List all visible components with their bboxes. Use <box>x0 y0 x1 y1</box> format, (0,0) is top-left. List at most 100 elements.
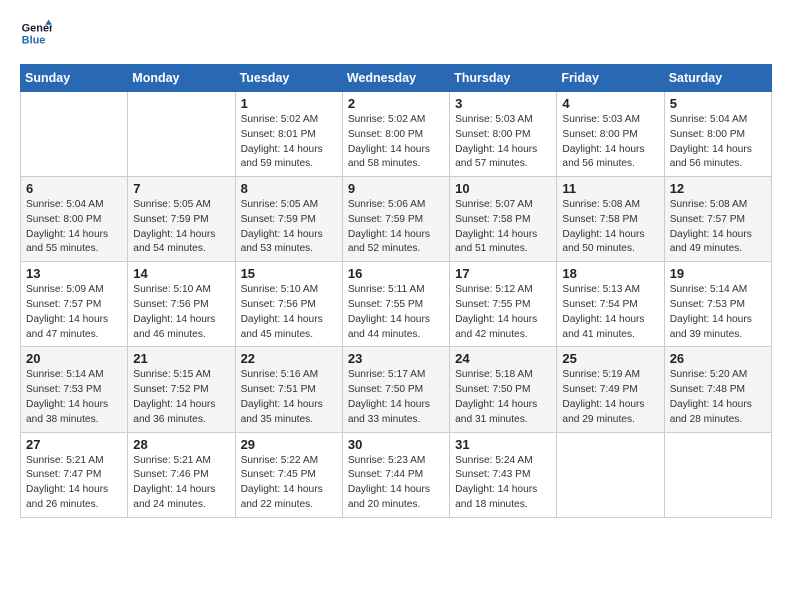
day-cell: 14Sunrise: 5:10 AMSunset: 7:56 PMDayligh… <box>128 262 235 347</box>
day-info: Sunrise: 5:11 AMSunset: 7:55 PMDaylight:… <box>348 283 444 342</box>
header: General Blue <box>20 18 772 50</box>
header-row: SundayMondayTuesdayWednesdayThursdayFrid… <box>21 65 772 92</box>
day-info: Sunrise: 5:05 AMSunset: 7:59 PMDaylight:… <box>241 198 337 257</box>
day-number: 17 <box>455 266 551 281</box>
header-cell-wednesday: Wednesday <box>342 65 449 92</box>
day-info: Sunrise: 5:09 AMSunset: 7:57 PMDaylight:… <box>26 283 122 342</box>
day-cell: 16 Sunrise: 5:11 AMSunset: 7:55 PMDayligh… <box>342 262 449 347</box>
header-cell-monday: Monday <box>128 65 235 92</box>
day-number: 18 <box>562 266 658 281</box>
day-cell: 6Sunrise: 5:04 AMSunset: 8:00 PMDaylight… <box>21 177 128 262</box>
day-number: 12 <box>670 181 766 196</box>
day-number: 1 <box>241 96 337 111</box>
day-cell: 10 Sunrise: 5:07 AMSunset: 7:58 PMDayligh… <box>450 177 557 262</box>
day-number: 7 <box>133 181 229 196</box>
day-number: 4 <box>562 96 658 111</box>
day-cell: 24Sunrise: 5:18 AMSunset: 7:50 PMDayligh… <box>450 347 557 432</box>
day-cell: 21Sunrise: 5:15 AMSunset: 7:52 PMDayligh… <box>128 347 235 432</box>
week-row-4: 20Sunrise: 5:14 AMSunset: 7:53 PMDayligh… <box>21 347 772 432</box>
day-cell: 20Sunrise: 5:14 AMSunset: 7:53 PMDayligh… <box>21 347 128 432</box>
day-info: Sunrise: 5:07 AMSunset: 7:58 PMDaylight:… <box>455 198 551 257</box>
day-number: 16 <box>348 266 444 281</box>
day-cell: 9 Sunrise: 5:06 AMSunset: 7:59 PMDaylight… <box>342 177 449 262</box>
logo-icon: General Blue <box>20 18 52 50</box>
day-number: 5 <box>670 96 766 111</box>
day-number: 9 <box>348 181 444 196</box>
day-cell: 8 Sunrise: 5:05 AMSunset: 7:59 PMDaylight… <box>235 177 342 262</box>
calendar-table: SundayMondayTuesdayWednesdayThursdayFrid… <box>20 64 772 518</box>
day-cell: 30 Sunrise: 5:23 AMSunset: 7:44 PMDayligh… <box>342 432 449 517</box>
day-number: 28 <box>133 437 229 452</box>
day-number: 31 <box>455 437 551 452</box>
day-number: 23 <box>348 351 444 366</box>
day-cell: 31 Sunrise: 5:24 AMSunset: 7:43 PMDayligh… <box>450 432 557 517</box>
day-cell <box>664 432 771 517</box>
day-cell: 17 Sunrise: 5:12 AMSunset: 7:55 PMDayligh… <box>450 262 557 347</box>
day-info: Sunrise: 5:03 AMSunset: 8:00 PMDaylight:… <box>562 113 658 172</box>
header-cell-thursday: Thursday <box>450 65 557 92</box>
day-cell: 22Sunrise: 5:16 AMSunset: 7:51 PMDayligh… <box>235 347 342 432</box>
day-number: 22 <box>241 351 337 366</box>
day-number: 8 <box>241 181 337 196</box>
day-number: 10 <box>455 181 551 196</box>
day-info: Sunrise: 5:14 AMSunset: 7:53 PMDaylight:… <box>670 283 766 342</box>
day-info: Sunrise: 5:06 AMSunset: 7:59 PMDaylight:… <box>348 198 444 257</box>
day-cell: 3 Sunrise: 5:03 AMSunset: 8:00 PMDaylight… <box>450 92 557 177</box>
week-row-3: 13 Sunrise: 5:09 AMSunset: 7:57 PMDayligh… <box>21 262 772 347</box>
day-info: Sunrise: 5:03 AMSunset: 8:00 PMDaylight:… <box>455 113 551 172</box>
day-number: 13 <box>26 266 122 281</box>
day-number: 26 <box>670 351 766 366</box>
week-row-1: 1 Sunrise: 5:02 AMSunset: 8:01 PMDaylight… <box>21 92 772 177</box>
day-cell: 18Sunrise: 5:13 AMSunset: 7:54 PMDayligh… <box>557 262 664 347</box>
header-cell-saturday: Saturday <box>664 65 771 92</box>
day-number: 24 <box>455 351 551 366</box>
week-row-2: 6Sunrise: 5:04 AMSunset: 8:00 PMDaylight… <box>21 177 772 262</box>
day-cell: 28 Sunrise: 5:21 AMSunset: 7:46 PMDayligh… <box>128 432 235 517</box>
day-number: 27 <box>26 437 122 452</box>
day-number: 2 <box>348 96 444 111</box>
day-cell: 23 Sunrise: 5:17 AMSunset: 7:50 PMDayligh… <box>342 347 449 432</box>
header-cell-tuesday: Tuesday <box>235 65 342 92</box>
day-cell: 26 Sunrise: 5:20 AMSunset: 7:48 PMDayligh… <box>664 347 771 432</box>
logo: General Blue <box>20 18 56 50</box>
day-cell: 25Sunrise: 5:19 AMSunset: 7:49 PMDayligh… <box>557 347 664 432</box>
day-number: 20 <box>26 351 122 366</box>
day-number: 3 <box>455 96 551 111</box>
day-number: 21 <box>133 351 229 366</box>
day-info: Sunrise: 5:04 AMSunset: 8:00 PMDaylight:… <box>670 113 766 172</box>
day-info: Sunrise: 5:24 AMSunset: 7:43 PMDaylight:… <box>455 454 551 513</box>
day-cell: 2Sunrise: 5:02 AMSunset: 8:00 PMDaylight… <box>342 92 449 177</box>
header-cell-friday: Friday <box>557 65 664 92</box>
day-cell <box>21 92 128 177</box>
day-info: Sunrise: 5:21 AMSunset: 7:46 PMDaylight:… <box>133 454 229 513</box>
day-cell <box>557 432 664 517</box>
header-cell-sunday: Sunday <box>21 65 128 92</box>
week-row-5: 27 Sunrise: 5:21 AMSunset: 7:47 PMDayligh… <box>21 432 772 517</box>
day-info: Sunrise: 5:22 AMSunset: 7:45 PMDaylight:… <box>241 454 337 513</box>
day-cell: 4 Sunrise: 5:03 AMSunset: 8:00 PMDaylight… <box>557 92 664 177</box>
day-number: 11 <box>562 181 658 196</box>
day-info: Sunrise: 5:19 AMSunset: 7:49 PMDaylight:… <box>562 368 658 427</box>
day-info: Sunrise: 5:10 AMSunset: 7:56 PMDaylight:… <box>133 283 229 342</box>
day-number: 6 <box>26 181 122 196</box>
day-cell: 19Sunrise: 5:14 AMSunset: 7:53 PMDayligh… <box>664 262 771 347</box>
day-info: Sunrise: 5:20 AMSunset: 7:48 PMDaylight:… <box>670 368 766 427</box>
day-info: Sunrise: 5:10 AMSunset: 7:56 PMDaylight:… <box>241 283 337 342</box>
day-info: Sunrise: 5:21 AMSunset: 7:47 PMDaylight:… <box>26 454 122 513</box>
day-cell: 12 Sunrise: 5:08 AMSunset: 7:57 PMDayligh… <box>664 177 771 262</box>
day-cell: 11Sunrise: 5:08 AMSunset: 7:58 PMDayligh… <box>557 177 664 262</box>
day-info: Sunrise: 5:12 AMSunset: 7:55 PMDaylight:… <box>455 283 551 342</box>
svg-text:Blue: Blue <box>22 34 46 46</box>
day-info: Sunrise: 5:02 AMSunset: 8:01 PMDaylight:… <box>241 113 337 172</box>
day-cell: 29 Sunrise: 5:22 AMSunset: 7:45 PMDayligh… <box>235 432 342 517</box>
day-info: Sunrise: 5:08 AMSunset: 7:57 PMDaylight:… <box>670 198 766 257</box>
day-info: Sunrise: 5:23 AMSunset: 7:44 PMDaylight:… <box>348 454 444 513</box>
day-cell: 7Sunrise: 5:05 AMSunset: 7:59 PMDaylight… <box>128 177 235 262</box>
day-cell <box>128 92 235 177</box>
day-number: 30 <box>348 437 444 452</box>
day-cell: 13 Sunrise: 5:09 AMSunset: 7:57 PMDayligh… <box>21 262 128 347</box>
day-info: Sunrise: 5:17 AMSunset: 7:50 PMDaylight:… <box>348 368 444 427</box>
day-cell: 5 Sunrise: 5:04 AMSunset: 8:00 PMDaylight… <box>664 92 771 177</box>
page: General Blue SundayMondayTuesdayWednesda… <box>0 0 792 536</box>
day-number: 29 <box>241 437 337 452</box>
